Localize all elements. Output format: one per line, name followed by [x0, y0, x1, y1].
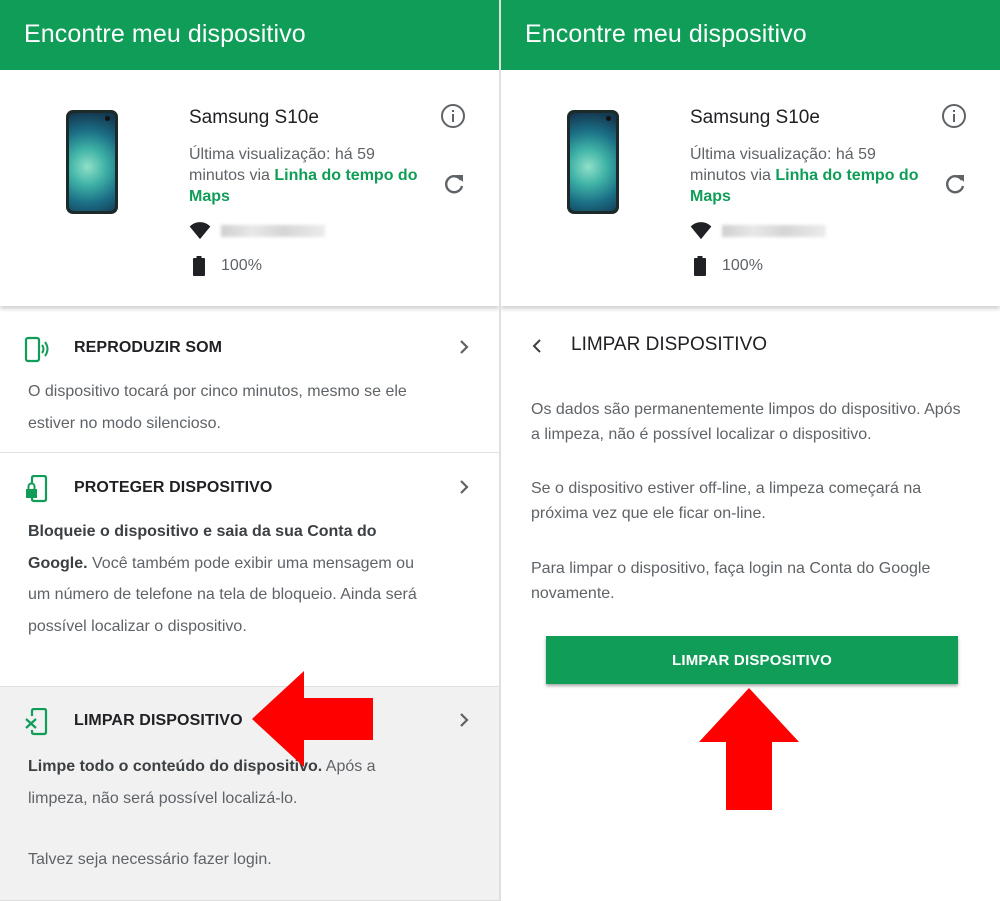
app-title: Encontre meu dispositivo	[525, 20, 807, 48]
erase-device-item[interactable]: LIMPAR DISPOSITIVO Limpe todo o conteúdo…	[0, 687, 499, 901]
erase-device-title: LIMPAR DISPOSITIVO	[74, 712, 243, 729]
play-sound-item[interactable]: REPRODUZIR SOM O dispositivo tocará por …	[0, 306, 499, 453]
phone-erase-icon	[25, 708, 48, 736]
phone-ring-icon	[24, 336, 49, 363]
info-icon[interactable]	[440, 103, 466, 129]
device-name: Samsung S10e	[189, 107, 319, 128]
wifi-icon	[690, 222, 712, 240]
annotation-arrow-left	[252, 671, 373, 767]
phone-image	[567, 110, 619, 214]
battery-icon	[694, 256, 706, 276]
offline-info-paragraph: Se o dispositivo estiver off-line, a lim…	[531, 480, 922, 522]
left-panel: Encontre meu dispositivo Samsung S10e Úl…	[0, 0, 499, 901]
app-bar: Encontre meu dispositivo	[0, 0, 499, 70]
chevron-right-icon	[460, 340, 469, 354]
battery-icon	[193, 256, 205, 276]
device-card: Samsung S10e Última visualização: há 59 …	[0, 70, 499, 306]
chevron-right-icon	[460, 713, 469, 727]
wifi-name-redacted	[722, 225, 826, 237]
chevron-right-icon	[460, 480, 469, 494]
wifi-icon	[189, 222, 211, 240]
info-icon[interactable]	[941, 103, 967, 129]
secure-device-item[interactable]: PROTEGER DISPOSITIVO Bloqueie o disposit…	[0, 453, 499, 687]
device-name: Samsung S10e	[690, 107, 820, 128]
right-panel: Encontre meu dispositivo Samsung S10e Úl…	[501, 0, 1000, 901]
erase-panel-header: LIMPAR DISPOSITIVO	[501, 306, 1000, 386]
erase-panel-title: LIMPAR DISPOSITIVO	[571, 334, 768, 355]
last-seen-text: Última visualização: há 59 minutos via L…	[189, 146, 418, 205]
battery-level: 100%	[221, 257, 262, 274]
play-sound-title: REPRODUZIR SOM	[74, 339, 223, 356]
wifi-status	[189, 220, 339, 240]
login-note: Talvez seja necessário fazer login.	[28, 851, 272, 868]
app-bar: Encontre meu dispositivo	[501, 0, 1000, 70]
phone-lock-icon	[26, 475, 48, 503]
wifi-name-redacted	[221, 225, 325, 237]
erase-device-button[interactable]: LIMPAR DISPOSITIVO	[546, 636, 958, 684]
refresh-icon[interactable]	[441, 171, 467, 197]
annotation-arrow-up	[699, 688, 799, 810]
erase-info-paragraph: Os dados são permanentemente limpos do d…	[531, 401, 961, 443]
device-card: Samsung S10e Última visualização: há 59 …	[501, 70, 1000, 306]
phone-image	[66, 110, 118, 214]
chevron-left-icon[interactable]	[529, 336, 545, 356]
secure-device-title: PROTEGER DISPOSITIVO	[74, 479, 273, 496]
battery-status: 100%	[690, 255, 810, 277]
app-title: Encontre meu dispositivo	[24, 20, 306, 48]
battery-level: 100%	[722, 257, 763, 274]
wifi-status	[690, 220, 840, 240]
login-info-paragraph: Para limpar o dispositivo, faça login na…	[531, 560, 931, 602]
refresh-icon[interactable]	[942, 171, 968, 197]
battery-status: 100%	[189, 255, 309, 277]
play-sound-description: O dispositivo tocará por cinco minutos, …	[28, 383, 407, 432]
last-seen-text: Última visualização: há 59 minutos via L…	[690, 146, 919, 205]
secure-device-description: Bloqueie o dispositivo e saia da sua Con…	[28, 523, 417, 635]
